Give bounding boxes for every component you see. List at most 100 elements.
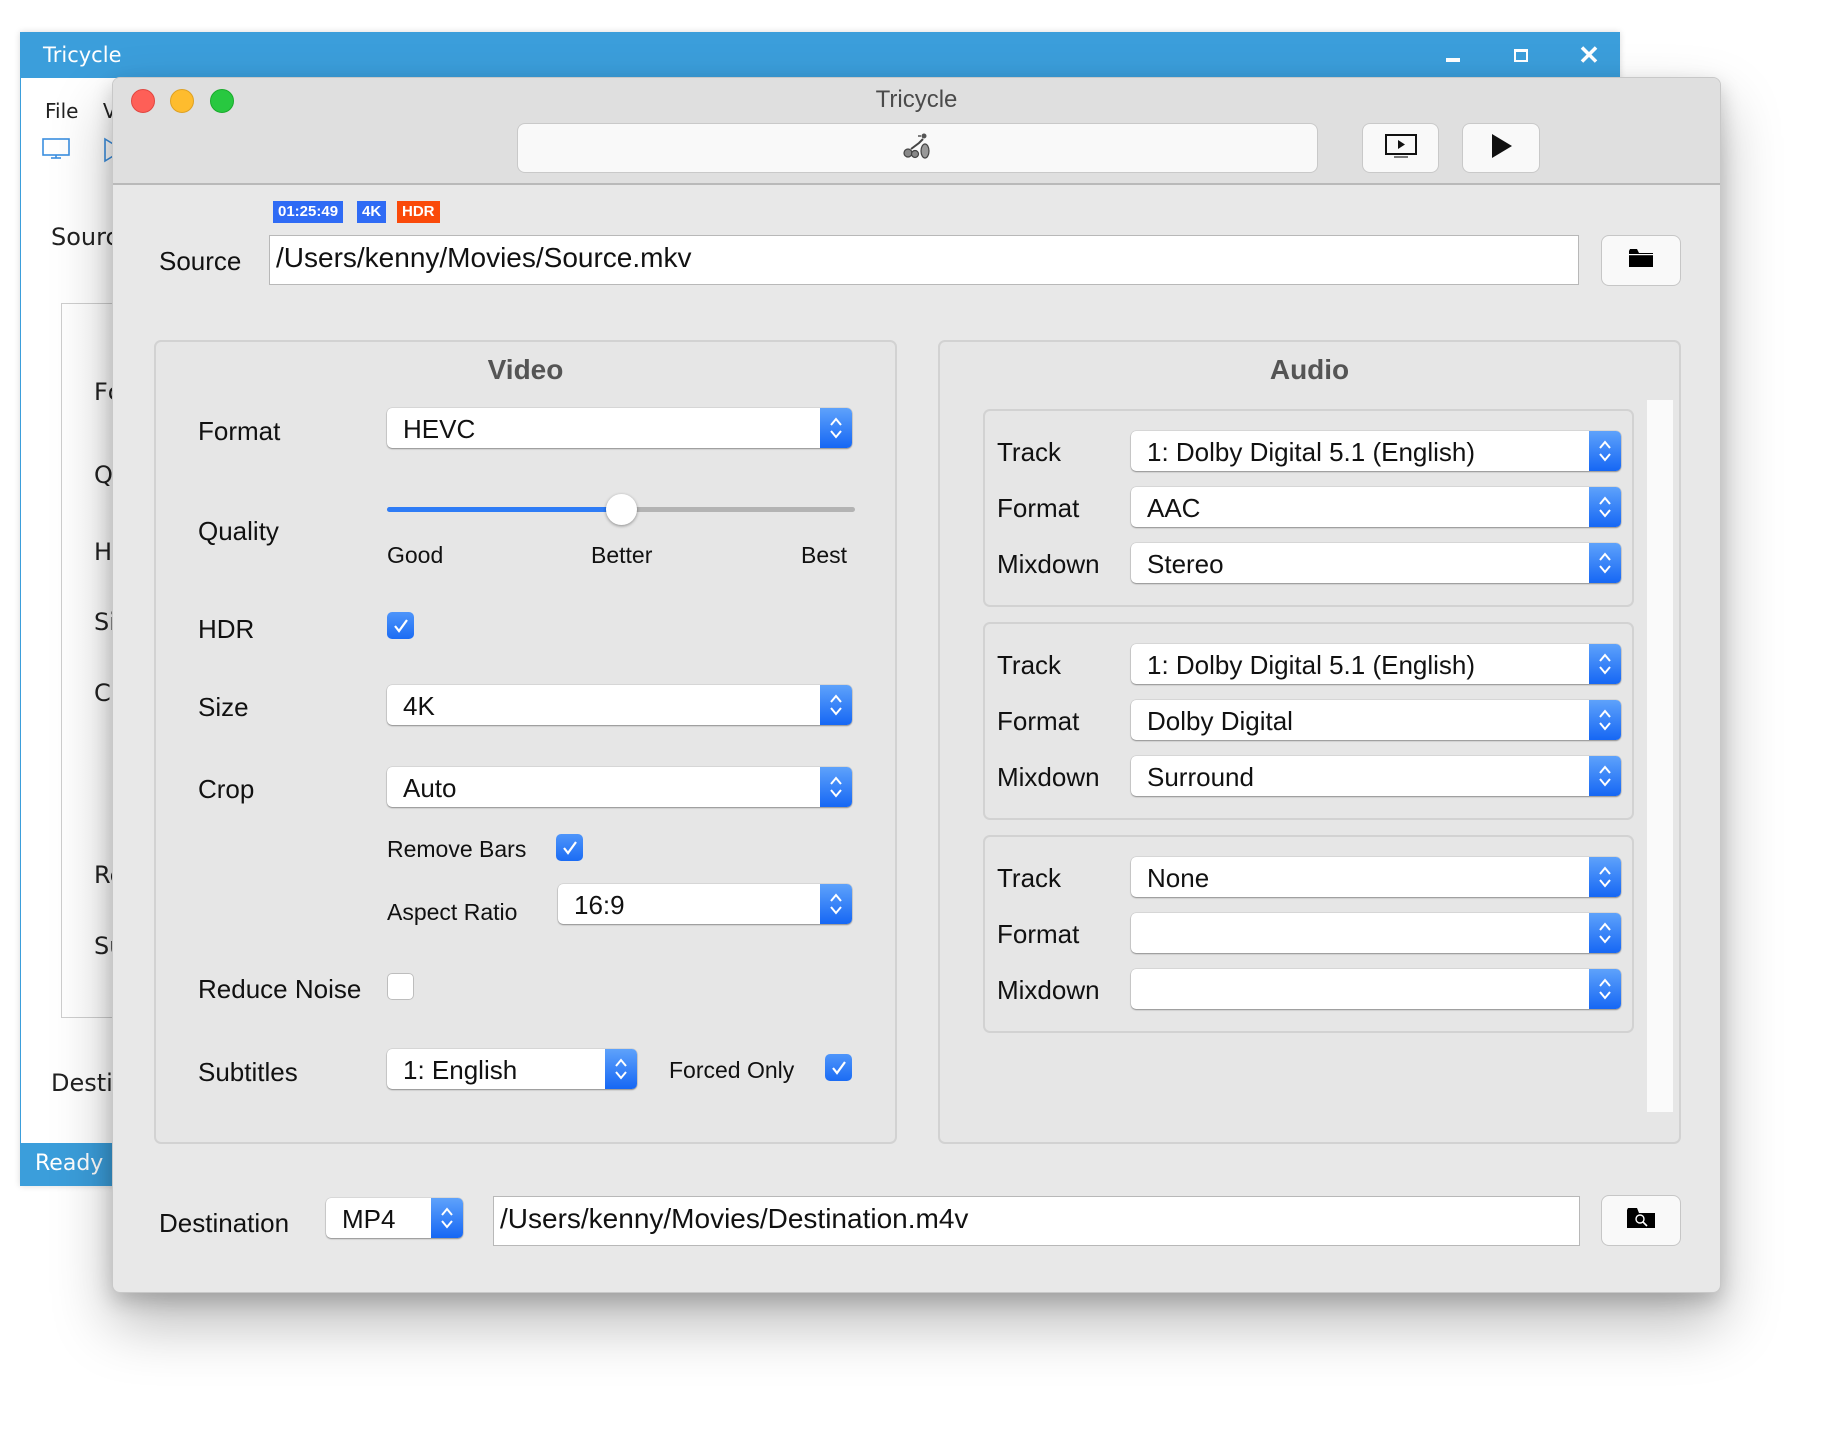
chevron-updown-icon (1589, 543, 1621, 583)
destination-path-field[interactable]: /Users/kenny/Movies/Destination.m4v (493, 1196, 1580, 1246)
crop-select[interactable]: Auto (387, 767, 852, 807)
background-window-title: Tricycle (43, 43, 122, 67)
forced-only-checkbox[interactable] (825, 1054, 852, 1081)
chevron-updown-icon (431, 1198, 463, 1238)
format-label: Format (997, 493, 1080, 523)
quality-label: Quality (198, 516, 279, 546)
chevron-updown-icon (1589, 431, 1621, 471)
subtitles-select[interactable]: 1: English (387, 1049, 637, 1089)
quality-tick-better: Better (591, 542, 653, 568)
duration-badge: 01:25:49 (273, 201, 344, 223)
checkmark-icon (393, 618, 408, 633)
play-icon (1488, 132, 1514, 165)
hdr-checkbox[interactable] (387, 612, 414, 639)
audio-format-value: Dolby Digital (1147, 706, 1293, 736)
source-browse-button[interactable] (1601, 235, 1681, 286)
track-label: Track (997, 863, 1062, 893)
quality-slider-fill (387, 507, 621, 512)
audio-format-select[interactable]: AAC (1131, 487, 1621, 527)
reduce-noise-checkbox[interactable] (387, 973, 414, 1000)
folder-search-icon (1626, 1206, 1656, 1235)
preview-icon[interactable] (41, 137, 71, 168)
audio-mixdown-select[interactable]: Stereo (1131, 543, 1621, 583)
main-window: Tricycle 01:25:49 4K HDR Source /Users/k… (112, 77, 1721, 1293)
background-window-titlebar[interactable]: Tricycle ✕ (21, 33, 1619, 78)
video-panel: Video Format HEVC Quality Good Better Be… (154, 340, 897, 1144)
video-format-value: HEVC (403, 414, 476, 444)
quality-slider[interactable] (387, 494, 855, 526)
format-label: Format (198, 416, 281, 446)
aspect-ratio-select[interactable]: 16:9 (558, 884, 852, 924)
forced-only-label: Forced Only (669, 1057, 795, 1083)
audio-panel: Audio Track 1: Dolby Digital 5.1 (Englis… (938, 340, 1681, 1144)
chevron-updown-icon (820, 685, 852, 725)
remove-bars-checkbox[interactable] (556, 834, 583, 861)
audio-format-select[interactable]: Dolby Digital (1131, 700, 1621, 740)
start-encode-button[interactable] (1462, 123, 1540, 173)
checkmark-icon (562, 840, 577, 855)
quality-slider-thumb[interactable] (606, 494, 637, 525)
close-button[interactable]: ✕ (1569, 39, 1609, 71)
audio-track-group: Track 1: Dolby Digital 5.1 (English) For… (983, 409, 1634, 607)
quality-tick-best: Best (801, 542, 848, 568)
aspect-ratio-value: 16:9 (574, 890, 625, 920)
minimize-icon (1446, 58, 1460, 62)
subtitles-value: 1: English (403, 1055, 518, 1085)
crop-value: Auto (403, 773, 457, 803)
chevron-updown-icon (820, 408, 852, 448)
reduce-noise-label: Reduce Noise (198, 974, 362, 1004)
format-label: Format (997, 706, 1080, 736)
track-label: Track (997, 437, 1062, 467)
audio-track-value: 1: Dolby Digital 5.1 (English) (1147, 437, 1476, 467)
size-select[interactable]: 4K (387, 685, 852, 725)
audio-scrollbar[interactable] (1647, 400, 1673, 1112)
size-label: Size (198, 692, 249, 722)
audio-mixdown-value: Surround (1147, 762, 1254, 792)
video-format-select[interactable]: HEVC (387, 408, 852, 448)
audio-mixdown-value: Stereo (1147, 549, 1224, 579)
minimize-button[interactable] (1433, 39, 1473, 71)
preview-icon (1384, 132, 1418, 165)
size-value: 4K (403, 691, 435, 721)
chevron-updown-icon (605, 1049, 637, 1089)
audio-track-select[interactable]: 1: Dolby Digital 5.1 (English) (1131, 644, 1621, 684)
background-destination-label: Desti (51, 1069, 113, 1097)
folder-icon (1628, 247, 1654, 274)
chevron-updown-icon (1589, 913, 1621, 953)
remove-bars-label: Remove Bars (387, 836, 527, 862)
background-hdr-label: H (94, 538, 113, 566)
close-icon: ✕ (1578, 39, 1600, 70)
chevron-updown-icon (1589, 487, 1621, 527)
audio-mixdown-select[interactable] (1131, 969, 1621, 1009)
mixdown-label: Mixdown (997, 762, 1100, 792)
hdr-badge: HDR (397, 201, 440, 223)
maximize-icon (1514, 48, 1528, 62)
audio-track-select[interactable]: 1: Dolby Digital 5.1 (English) (1131, 431, 1621, 471)
resolution-badge: 4K (357, 201, 387, 223)
container-select[interactable]: MP4 (326, 1198, 463, 1238)
menu-file[interactable]: File (45, 99, 78, 123)
chevron-updown-icon (820, 884, 852, 924)
tricycle-icon (901, 131, 935, 166)
source-path-field[interactable]: /Users/kenny/Movies/Source.mkv (269, 235, 1579, 285)
destination-browse-button[interactable] (1601, 1195, 1681, 1246)
maximize-button[interactable] (1501, 39, 1541, 71)
audio-format-select[interactable] (1131, 913, 1621, 953)
status-display-button[interactable] (517, 123, 1318, 173)
audio-panel-title: Audio (1269, 354, 1350, 385)
background-quality-label: Q (94, 461, 113, 489)
chevron-updown-icon (1589, 969, 1621, 1009)
mixdown-label: Mixdown (997, 549, 1100, 579)
destination-label: Destination (159, 1208, 290, 1238)
audio-track-group: Track 1: Dolby Digital 5.1 (English) For… (983, 622, 1634, 820)
preview-button[interactable] (1362, 123, 1439, 173)
titlebar-toolbar: Tricycle (113, 78, 1720, 185)
background-source-label: Sourc (51, 223, 119, 251)
chevron-updown-icon (1589, 644, 1621, 684)
chevron-updown-icon (1589, 700, 1621, 740)
hdr-label: HDR (198, 614, 255, 644)
audio-track-group: Track None Format Mixdown (983, 835, 1634, 1033)
audio-mixdown-select[interactable]: Surround (1131, 756, 1621, 796)
audio-track-select[interactable]: None (1131, 857, 1621, 897)
chevron-updown-icon (820, 767, 852, 807)
